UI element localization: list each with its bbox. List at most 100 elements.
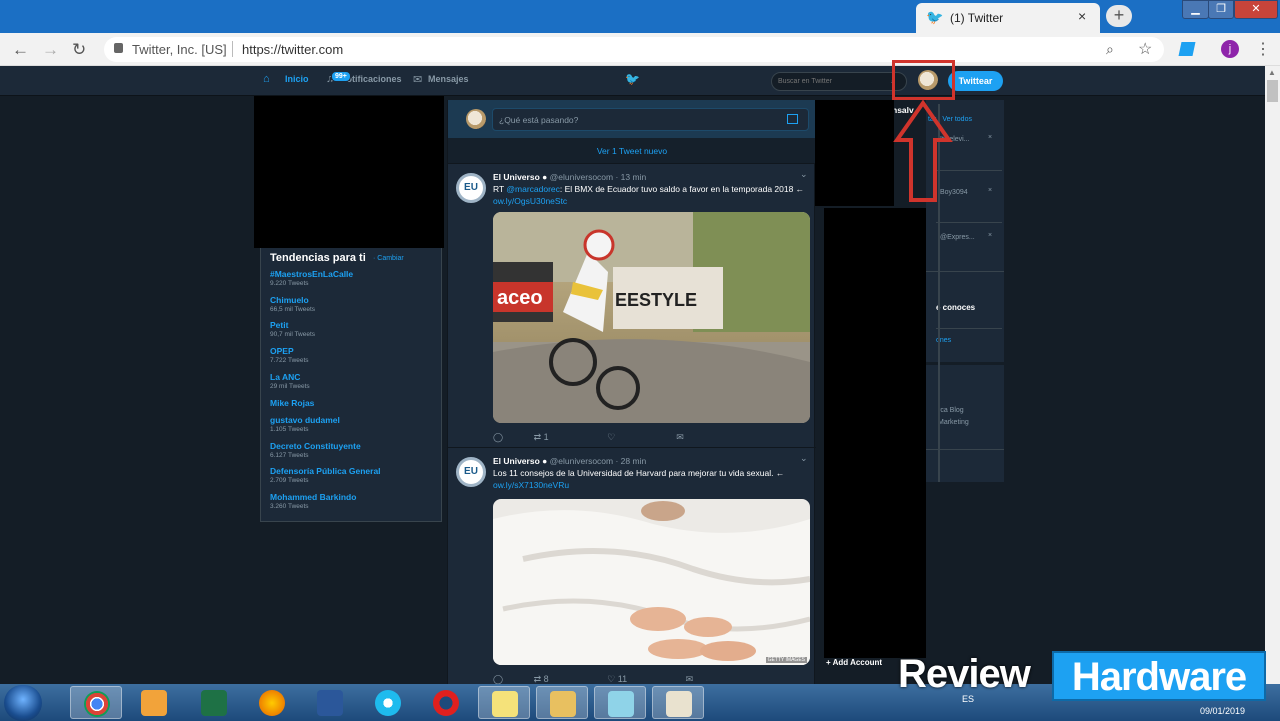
taskbar-media-player[interactable] bbox=[128, 686, 180, 719]
tweet-photo-bmx[interactable]: aceo EESTYLE bbox=[493, 212, 810, 423]
divider bbox=[936, 222, 1002, 223]
menu-icon[interactable]: ⋮ bbox=[1255, 39, 1271, 59]
taskbar-internet-explorer[interactable] bbox=[362, 686, 414, 719]
compose-placeholder: ¿Qué está pasando? bbox=[499, 115, 579, 125]
like-icon[interactable]: ♡ bbox=[607, 432, 646, 443]
retweet-icon[interactable]: ⇄ 1 bbox=[534, 432, 577, 443]
tweet-link[interactable]: ow.ly/sX7130neVRu bbox=[493, 480, 569, 490]
tweet-link[interactable]: ow.ly/OgsU30neStc bbox=[493, 196, 567, 206]
message-icon[interactable]: ✉ bbox=[676, 432, 684, 443]
twitter-logo-icon[interactable]: 🐦 bbox=[625, 73, 640, 85]
trend-item[interactable]: Chimuelo 66,5 mil Tweets bbox=[270, 295, 315, 313]
clock-date[interactable]: 09/01/2019 bbox=[1200, 706, 1245, 716]
profile-avatar[interactable]: j bbox=[1221, 40, 1239, 58]
browser-tab-strip: 🐦 (1) Twitter × + ▁ ❐ ✕ bbox=[0, 0, 1280, 33]
svg-text:EESTYLE: EESTYLE bbox=[615, 290, 697, 310]
address-bar[interactable]: Twitter, Inc. [US] https://twitter.com ⌕… bbox=[104, 37, 1164, 62]
reply-icon[interactable]: ◯ bbox=[493, 432, 503, 443]
redacted-profile-card bbox=[254, 96, 444, 248]
trends-panel: Tendencias para ti · Cambiar #MaestrosEn… bbox=[260, 248, 442, 522]
reload-icon[interactable]: ↻ bbox=[72, 40, 86, 60]
taskbar-opera[interactable] bbox=[420, 686, 472, 719]
tweet[interactable]: EU El Universo ● @eluniversocom · 13 min… bbox=[448, 164, 816, 448]
search-input[interactable] bbox=[778, 75, 888, 88]
trends-change-link[interactable]: · Cambiar bbox=[373, 255, 404, 262]
compose-box: ¿Qué está pasando? bbox=[448, 100, 816, 138]
tweet[interactable]: EU El Universo ● @eluniversocom · 28 min… bbox=[448, 448, 816, 690]
trend-item[interactable]: #MaestrosEnLaCalle 9.220 Tweets bbox=[270, 269, 353, 287]
excel-icon bbox=[201, 690, 227, 716]
bookmark-star-icon[interactable]: ☆ bbox=[1138, 39, 1152, 59]
back-icon[interactable]: ← bbox=[12, 40, 29, 60]
taskbar-sticky-notes[interactable] bbox=[478, 686, 530, 719]
author-avatar[interactable]: EU bbox=[456, 173, 486, 203]
opera-icon bbox=[433, 690, 459, 716]
taskbar-app[interactable] bbox=[594, 686, 646, 719]
maximize-button[interactable]: ❐ bbox=[1208, 0, 1234, 19]
envelope-icon: ✉ bbox=[413, 74, 423, 86]
taskbar-explorer[interactable] bbox=[536, 686, 588, 719]
taskbar-excel[interactable] bbox=[188, 686, 240, 719]
photo-credit: GETTY IMAGES bbox=[765, 657, 807, 663]
taskbar-firefox[interactable] bbox=[246, 686, 298, 719]
browser-tab-twitter[interactable]: 🐦 (1) Twitter × bbox=[916, 3, 1100, 33]
extension-icon[interactable] bbox=[1178, 42, 1196, 56]
dismiss-icon[interactable]: × bbox=[988, 134, 992, 141]
dismiss-icon[interactable]: × bbox=[988, 187, 992, 194]
tweet-button[interactable]: Twittear bbox=[948, 71, 1003, 91]
compose-avatar bbox=[466, 109, 486, 129]
minimize-button[interactable]: ▁ bbox=[1182, 0, 1209, 19]
trend-item[interactable]: Decreto Constituyente 6.127 Tweets bbox=[270, 441, 361, 459]
trend-item[interactable]: OPEP 7.722 Tweets bbox=[270, 346, 309, 364]
nav-home[interactable]: Inicio bbox=[285, 74, 309, 84]
nav-messages[interactable]: Mensajes bbox=[428, 74, 469, 84]
footer-links[interactable]: rca Blog bbox=[938, 407, 964, 414]
divider bbox=[232, 41, 233, 57]
bmx-photo: aceo EESTYLE bbox=[493, 212, 810, 423]
chevron-down-icon[interactable]: ⌄ bbox=[800, 169, 808, 180]
search-box[interactable]: ⌕ bbox=[771, 72, 907, 91]
tab-title: (1) Twitter bbox=[950, 11, 1004, 25]
suggested-handle[interactable]: @Expres... bbox=[940, 234, 975, 241]
trend-item[interactable]: Defensoría Pública General 2.709 Tweets bbox=[270, 466, 381, 484]
folder-icon bbox=[550, 691, 576, 717]
tab-close-icon[interactable]: × bbox=[1078, 8, 1086, 24]
sticky-notes-icon bbox=[492, 691, 518, 717]
zoom-icon[interactable]: ⌕ bbox=[1106, 41, 1114, 58]
find-people-heading: e conoces bbox=[936, 303, 976, 312]
trend-item[interactable]: Mike Rojas bbox=[270, 398, 314, 409]
taskbar-chrome[interactable] bbox=[70, 686, 122, 719]
page-scrollbar[interactable]: ▲ bbox=[1265, 66, 1280, 684]
url-text[interactable]: https://twitter.com bbox=[242, 42, 343, 57]
new-tab-button[interactable]: + bbox=[1106, 5, 1132, 27]
author-avatar[interactable]: EU bbox=[456, 457, 486, 487]
start-button[interactable] bbox=[4, 685, 42, 721]
trend-item[interactable]: Petit 90,7 mil Tweets bbox=[270, 320, 315, 338]
compose-input[interactable]: ¿Qué está pasando? bbox=[492, 108, 809, 131]
scroll-up-icon[interactable]: ▲ bbox=[1268, 68, 1276, 77]
dismiss-icon[interactable]: × bbox=[988, 232, 992, 239]
divider bbox=[936, 328, 1002, 329]
tweet-author: El Universo ● @eluniversocom · 13 min bbox=[493, 172, 647, 182]
browser-toolbar: ← → ↻ Twitter, Inc. [US] https://twitter… bbox=[0, 33, 1280, 66]
forward-icon[interactable]: → bbox=[42, 40, 59, 60]
close-window-button[interactable]: ✕ bbox=[1234, 0, 1278, 19]
up-arrow-icon bbox=[893, 100, 953, 202]
twitter-bird-icon: 🐦 bbox=[926, 9, 944, 25]
taskbar-word[interactable] bbox=[304, 686, 356, 719]
footer-links[interactable]: Marketing bbox=[938, 419, 969, 426]
trend-item[interactable]: Mohammed Barkindo 3.260 Tweets bbox=[270, 492, 356, 510]
chevron-down-icon[interactable]: ⌄ bbox=[800, 453, 808, 464]
watermark-review: Review bbox=[898, 652, 1031, 696]
tweet-photo-bed[interactable]: GETTY IMAGES bbox=[493, 499, 810, 665]
firefox-icon bbox=[259, 690, 285, 716]
trends-title: Tendencias para ti bbox=[270, 252, 366, 264]
trend-item[interactable]: gustavo dudamel 1.105 Tweets bbox=[270, 415, 340, 433]
taskbar-paint[interactable] bbox=[652, 686, 704, 719]
image-icon[interactable] bbox=[787, 114, 798, 124]
redacted-area bbox=[815, 100, 894, 206]
scrollbar-thumb[interactable] bbox=[1267, 80, 1278, 102]
trend-item[interactable]: La ANC 29 mil Tweets bbox=[270, 372, 310, 390]
verified-icon: ● bbox=[542, 456, 548, 466]
new-tweets-bar[interactable]: Ver 1 Tweet nuevo bbox=[448, 138, 816, 164]
